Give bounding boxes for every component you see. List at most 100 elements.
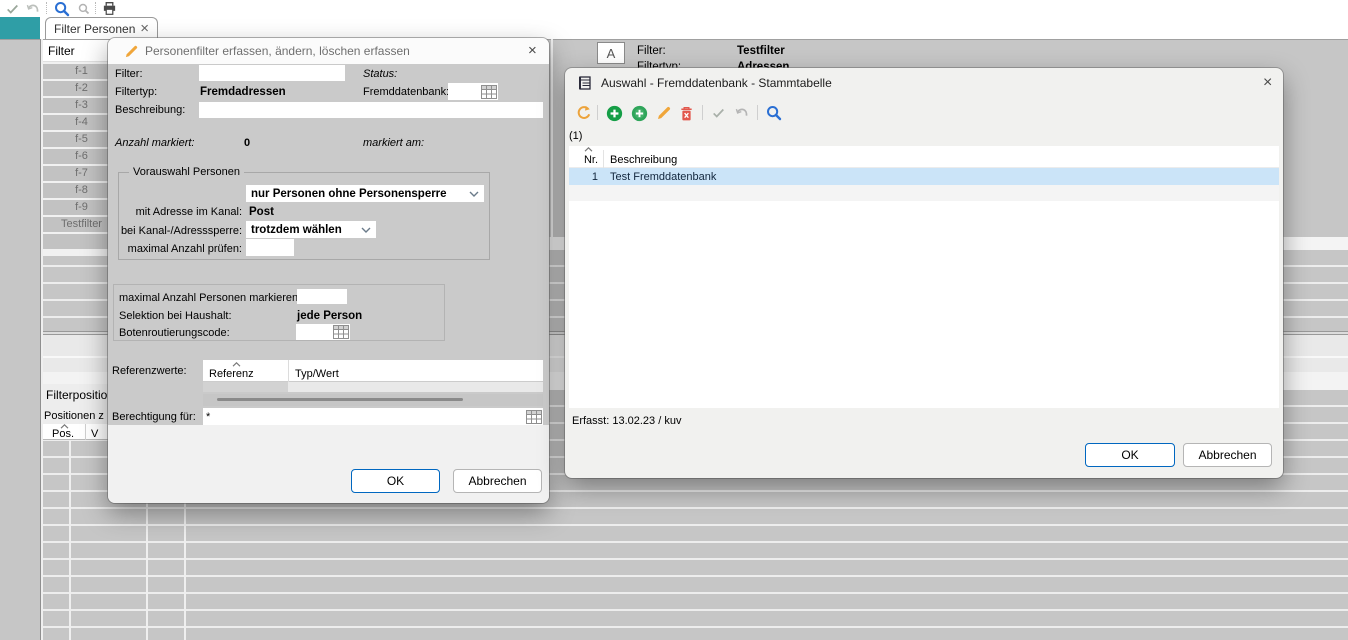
app-window: Filter Personen × Filter f-1f-2f-3f-4f-5… bbox=[0, 0, 1348, 640]
sperre-value: trotzdem wählen bbox=[251, 224, 342, 236]
berechtigung-label: Berechtigung für: bbox=[112, 411, 196, 423]
berechtigung-field bbox=[203, 408, 543, 425]
filter-column-header-label: Filter bbox=[48, 44, 75, 58]
referenzwerte-label: Referenzwerte: bbox=[112, 365, 187, 377]
col-nr[interactable]: Nr. bbox=[569, 154, 598, 166]
vorauswahl-legend: Vorauswahl Personen bbox=[129, 166, 244, 178]
toolbar-separator bbox=[95, 2, 96, 14]
delete-trash-icon[interactable] bbox=[678, 104, 694, 122]
table-row-selected[interactable]: 1 Test Fremddatenbank bbox=[569, 168, 1279, 185]
selection-table: Nr. Beschreibung 1 Test Fremddatenbank bbox=[569, 146, 1279, 408]
dialog-personenfilter: Personenfilter erfassen, ändern, löschen… bbox=[108, 38, 549, 503]
max-markieren-input-wrap bbox=[297, 289, 347, 304]
dialog-titlebar[interactable]: Personenfilter erfassen, ändern, löschen… bbox=[108, 38, 549, 64]
confirm-icon[interactable] bbox=[710, 105, 726, 120]
beschreibung-input[interactable] bbox=[199, 102, 543, 118]
cell-nr: 1 bbox=[569, 171, 603, 183]
undo-icon[interactable] bbox=[733, 105, 750, 120]
confirm-icon[interactable] bbox=[4, 1, 20, 16]
referenzwerte-header: Referenz Typ/Wert bbox=[203, 360, 543, 382]
dialog-title: Auswahl - Fremddatenbank - Stammtabelle bbox=[601, 76, 832, 90]
grid-column-line bbox=[69, 440, 71, 640]
cell-beschreibung: Test Fremddatenbank bbox=[603, 171, 716, 183]
cancel-button[interactable]: Abbrechen bbox=[1183, 443, 1272, 467]
vorauswahl-groupbox: Vorauswahl Personen nur Personen ohne Pe… bbox=[118, 172, 490, 260]
berechtigung-input[interactable] bbox=[203, 408, 526, 425]
toolbar-separator bbox=[757, 105, 758, 120]
ok-button[interactable]: OK bbox=[1085, 443, 1175, 467]
toolbar-separator bbox=[702, 105, 703, 120]
fremddatenbank-input[interactable] bbox=[448, 83, 481, 100]
background-column-line bbox=[551, 39, 553, 237]
anzahl-markiert-label: Anzahl markiert: bbox=[115, 137, 194, 149]
ok-button[interactable]: OK bbox=[351, 469, 440, 493]
chevron-down-icon bbox=[361, 227, 371, 233]
fremddatenbank-field bbox=[448, 83, 498, 100]
table-list-icon bbox=[577, 75, 593, 91]
haushalt-value: jede Person bbox=[297, 310, 362, 322]
tab-close-icon[interactable]: × bbox=[140, 21, 149, 36]
kanal-value: Post bbox=[249, 206, 274, 218]
top-bar bbox=[0, 0, 1348, 39]
undo-icon[interactable] bbox=[24, 1, 41, 16]
col-referenz[interactable]: Referenz bbox=[209, 368, 254, 380]
row-marker-label: A bbox=[607, 46, 616, 61]
erfasst-status: Erfasst: 13.02.23 / kuv bbox=[572, 415, 681, 427]
add-icon[interactable] bbox=[605, 104, 623, 122]
lookup-grid-icon[interactable] bbox=[333, 325, 349, 339]
search-icon[interactable] bbox=[53, 0, 70, 17]
filter-input[interactable] bbox=[199, 65, 345, 81]
scrollbar-thumb[interactable] bbox=[217, 398, 463, 401]
sperre-dropdown[interactable]: trotzdem wählen bbox=[246, 221, 376, 238]
col-beschreibung[interactable]: Beschreibung bbox=[610, 154, 677, 166]
toolbar-separator bbox=[597, 105, 598, 120]
lookup-grid-icon[interactable] bbox=[526, 410, 542, 424]
col-v[interactable]: V bbox=[91, 428, 98, 440]
botenroutierung-label: Botenroutierungscode: bbox=[119, 327, 230, 339]
personensperre-dropdown[interactable]: nur Personen ohne Personensperre bbox=[246, 185, 484, 202]
tab-filter-personen[interactable]: Filter Personen × bbox=[45, 17, 158, 39]
refresh-icon[interactable] bbox=[575, 104, 592, 121]
print-icon[interactable] bbox=[101, 0, 118, 16]
toolbar-separator bbox=[46, 2, 47, 14]
filter-label: Filter: bbox=[115, 68, 143, 80]
max-pruefen-input-wrap bbox=[246, 239, 294, 256]
haushalt-label: Selektion bei Haushalt: bbox=[119, 310, 232, 322]
max-pruefen-input[interactable] bbox=[246, 239, 294, 256]
personensperre-value: nur Personen ohne Personensperre bbox=[251, 188, 447, 200]
close-icon[interactable]: × bbox=[1263, 75, 1272, 91]
col-typwert[interactable]: Typ/Wert bbox=[295, 368, 339, 380]
search-small-icon[interactable] bbox=[77, 2, 91, 16]
cancel-button[interactable]: Abbrechen bbox=[453, 469, 542, 493]
add-copy-icon[interactable] bbox=[630, 104, 648, 122]
chevron-down-icon bbox=[469, 191, 479, 197]
col-pos[interactable]: Pos. bbox=[52, 428, 74, 440]
beschreibung-label: Beschreibung: bbox=[115, 104, 185, 116]
kanal-label: mit Adresse im Kanal: bbox=[119, 206, 242, 218]
filter-input-wrap bbox=[199, 65, 345, 81]
accent-teal-block bbox=[0, 17, 40, 39]
edit-pencil-icon[interactable] bbox=[655, 104, 672, 121]
table-body: 1 Test Fremddatenbank bbox=[569, 168, 1279, 185]
search-icon[interactable] bbox=[765, 104, 782, 121]
horizontal-scrollbar[interactable] bbox=[203, 394, 543, 406]
table-header-row: Nr. Beschreibung bbox=[569, 146, 1279, 168]
sort-caret-icon bbox=[232, 362, 241, 367]
close-icon[interactable]: × bbox=[528, 43, 537, 58]
lookup-grid-icon[interactable] bbox=[481, 85, 497, 99]
edit-pencil-icon bbox=[123, 43, 139, 59]
max-markieren-input[interactable] bbox=[297, 289, 347, 304]
max-markieren-label: maximal Anzahl Personen markieren: bbox=[119, 292, 301, 304]
dialog-title: Personenfilter erfassen, ändern, löschen… bbox=[145, 44, 410, 58]
anzahl-markiert-value: 0 bbox=[244, 137, 250, 149]
max-pruefen-label: maximal Anzahl prüfen: bbox=[119, 243, 242, 255]
dialog-auswahl-fremddatenbank: Auswahl - Fremddatenbank - Stammtabelle … bbox=[565, 68, 1283, 478]
table-col-sep bbox=[603, 150, 604, 168]
result-count: (1) bbox=[569, 130, 582, 142]
ref-col-sep bbox=[288, 360, 289, 382]
filterpos-col-sep bbox=[85, 424, 86, 440]
dialog-titlebar[interactable]: Auswahl - Fremddatenbank - Stammtabelle … bbox=[565, 68, 1283, 98]
filtertyp-value: Fremdadressen bbox=[200, 86, 286, 98]
botenroutierung-input[interactable] bbox=[296, 324, 333, 340]
markiert-am-label: markiert am: bbox=[363, 137, 424, 149]
